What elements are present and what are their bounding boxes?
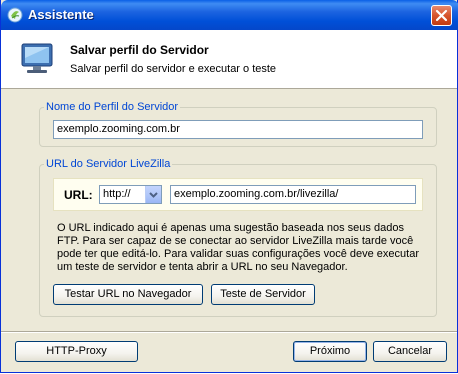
url-label: URL: <box>64 188 93 202</box>
help-line: O URL indicado aqui é apenas uma sugestã… <box>57 222 404 234</box>
protocol-dropdown-button[interactable] <box>145 186 161 203</box>
close-icon <box>435 9 448 22</box>
profile-name-legend: Nome do Perfil do Servidor <box>46 101 179 113</box>
help-line: pode ter que editá-lo. Para validar suas… <box>57 248 419 260</box>
header-subtitle: Salvar perfil do servidor e executar o t… <box>70 63 277 75</box>
app-logo-icon <box>7 7 23 23</box>
url-panel: URL: http:// exemplo.zooming.com.br/live… <box>53 178 423 211</box>
server-url-legend: URL do Servidor LiveZilla <box>46 158 171 170</box>
close-button[interactable] <box>431 5 452 26</box>
protocol-select[interactable]: http:// <box>99 185 162 204</box>
chevron-down-icon <box>149 192 158 198</box>
http-proxy-button[interactable]: HTTP-Proxy <box>15 341 138 362</box>
help-line: um teste de servidor e tenta abrir a URL… <box>57 261 348 273</box>
test-url-button[interactable]: Testar URL no Navegador <box>53 284 203 305</box>
title-bar[interactable]: Assistente <box>1 0 458 30</box>
url-help-text: O URL indicado aqui é apenas uma sugestã… <box>57 222 427 274</box>
help-line: FTP. Para ser capaz de se conectar ao se… <box>57 235 414 247</box>
wizard-window: Assistente Salvar perfil do Servidor Sal… <box>0 0 458 373</box>
next-button[interactable]: Próximo <box>293 341 367 362</box>
test-server-button[interactable]: Teste de Servidor <box>211 284 315 305</box>
header-title: Salvar perfil do Servidor <box>70 43 209 57</box>
monitor-icon <box>21 43 53 73</box>
cancel-button[interactable]: Cancelar <box>373 341 447 362</box>
profile-name-input[interactable]: exemplo.zooming.com.br <box>53 120 423 139</box>
protocol-value: http:// <box>103 188 131 200</box>
server-url-input[interactable]: exemplo.zooming.com.br/livezilla/ <box>170 185 416 204</box>
wizard-header: Salvar perfil do Servidor Salvar perfil … <box>1 30 457 89</box>
window-title: Assistente <box>28 7 94 22</box>
footer-separator <box>1 331 457 333</box>
